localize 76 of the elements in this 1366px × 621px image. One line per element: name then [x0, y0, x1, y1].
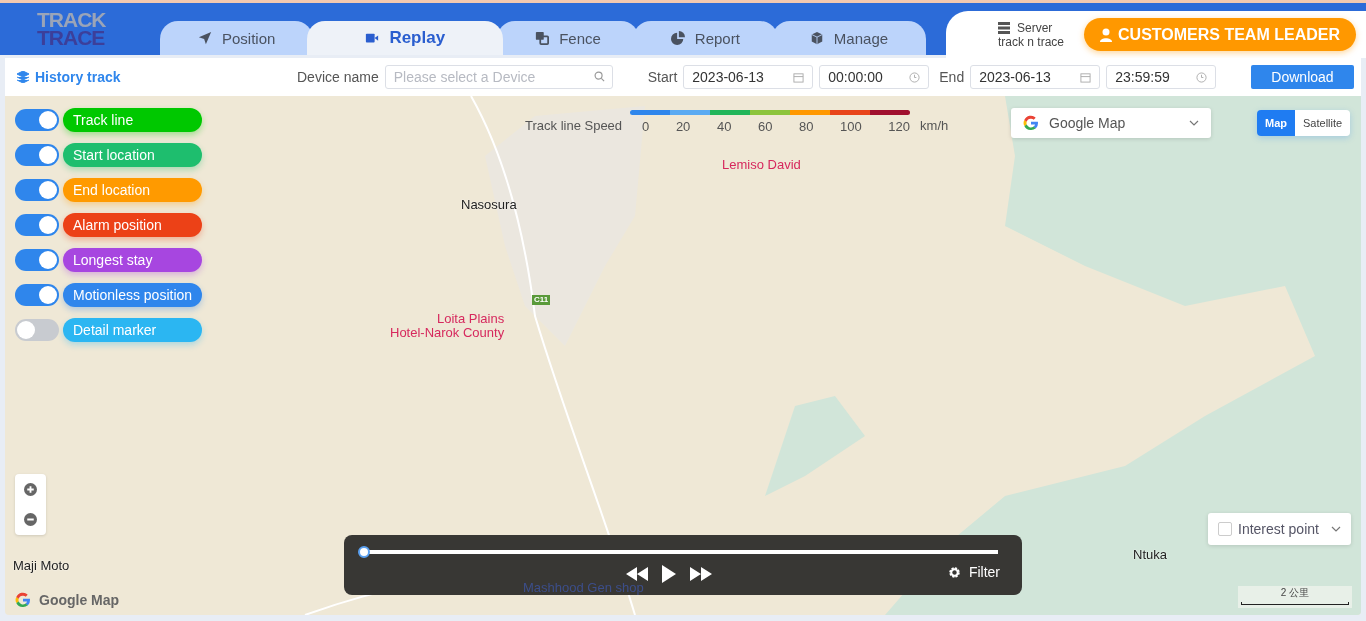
- layer-label: Alarm position: [63, 213, 202, 237]
- slider-thumb[interactable]: [358, 546, 370, 558]
- toggle-switch[interactable]: [15, 144, 59, 166]
- zoom-in-icon[interactable]: [24, 482, 37, 496]
- video-icon: [365, 31, 380, 45]
- device-name-label: Device name: [297, 69, 379, 85]
- layer-label: Motionless position: [63, 283, 202, 307]
- nav-tab[interactable]: Replay: [307, 21, 504, 55]
- layer-label: Longest stay: [63, 248, 202, 272]
- logo: TRACK TRACE: [37, 11, 106, 47]
- toggle-switch[interactable]: [15, 319, 59, 341]
- calendar-icon: [1080, 71, 1092, 83]
- pie-chart-icon: [670, 31, 685, 45]
- server-label: Server: [1017, 20, 1053, 35]
- server-icon: [998, 21, 1010, 34]
- end-time-field[interactable]: 23:59:59: [1106, 65, 1217, 89]
- settings-icon: [947, 565, 961, 579]
- layers-icon: [17, 71, 29, 83]
- layer-label: Track line: [63, 108, 202, 132]
- layer-label: End location: [63, 178, 202, 202]
- map-label: Lemiso David: [722, 158, 801, 172]
- map-attribution: Google Map: [39, 592, 120, 608]
- map-label: Ntuka: [1133, 548, 1167, 562]
- filter-button[interactable]: Filter: [947, 564, 1000, 580]
- map-type-select[interactable]: Google Map: [1011, 108, 1211, 138]
- play-icon[interactable]: [662, 565, 676, 583]
- map-label: Maji Moto: [13, 559, 70, 573]
- map-label: Mashhood Gen shop: [523, 581, 644, 595]
- toggle-switch[interactable]: [15, 284, 59, 306]
- map-label: C11: [532, 295, 551, 305]
- speed-tick: 40: [716, 119, 732, 134]
- chevron-down-icon: [1189, 120, 1199, 126]
- speed-unit: km/h: [920, 118, 949, 134]
- layer-label: Detail marker: [63, 318, 202, 342]
- google-icon: [15, 592, 31, 608]
- history-track-title: History track: [17, 69, 297, 85]
- map-label: Loita Plains Hotel-Narok County: [390, 312, 505, 340]
- chevron-down-icon: [1331, 526, 1341, 532]
- map-view-button[interactable]: Satellite: [1295, 110, 1351, 136]
- end-date-field[interactable]: 2023-06-13: [970, 65, 1101, 89]
- layer-label: Start location: [63, 143, 202, 167]
- map-view-button[interactable]: Map: [1257, 110, 1295, 136]
- speed-tick: 100: [840, 119, 862, 134]
- toggle-switch[interactable]: [15, 109, 59, 131]
- start-label: Start: [647, 69, 678, 85]
- map-label: Nasosura: [461, 198, 517, 212]
- map-scale: 2 公里: [1238, 586, 1352, 608]
- speed-tick: 0: [642, 119, 650, 134]
- toggle-switch[interactable]: [15, 249, 59, 271]
- interest-point-select[interactable]: Interest point: [1208, 513, 1351, 545]
- start-date-field[interactable]: 2023-06-13: [683, 65, 814, 89]
- speed-legend-label: Track line Speed: [525, 118, 623, 134]
- speed-tick: 20: [675, 119, 691, 134]
- clock-icon: [1196, 71, 1208, 83]
- toggle-switch[interactable]: [15, 214, 59, 236]
- cube-icon: [809, 31, 824, 45]
- toggle-switch[interactable]: [15, 179, 59, 201]
- send-icon: [198, 31, 212, 45]
- zoom-out-icon[interactable]: [24, 513, 37, 527]
- speed-tick: 60: [758, 119, 773, 134]
- search-icon: [593, 71, 605, 82]
- fast-forward-icon[interactable]: [690, 567, 712, 581]
- copy-icon: [535, 31, 550, 45]
- device-select-field[interactable]: Please select a Device: [384, 65, 613, 89]
- speed-tick: 120: [888, 119, 911, 134]
- end-label: End: [939, 69, 965, 85]
- google-icon: [1023, 115, 1039, 131]
- calendar-icon: [793, 71, 805, 83]
- speed-tick: 80: [799, 119, 814, 134]
- clock-icon: [909, 71, 921, 83]
- start-time-field[interactable]: 00:00:00: [819, 65, 930, 89]
- rewind-icon[interactable]: [626, 567, 648, 581]
- checkbox[interactable]: [1218, 522, 1232, 536]
- server-name: track n trace: [998, 34, 1065, 49]
- user-icon: [1100, 27, 1113, 42]
- download-button[interactable]: Download: [1251, 65, 1354, 89]
